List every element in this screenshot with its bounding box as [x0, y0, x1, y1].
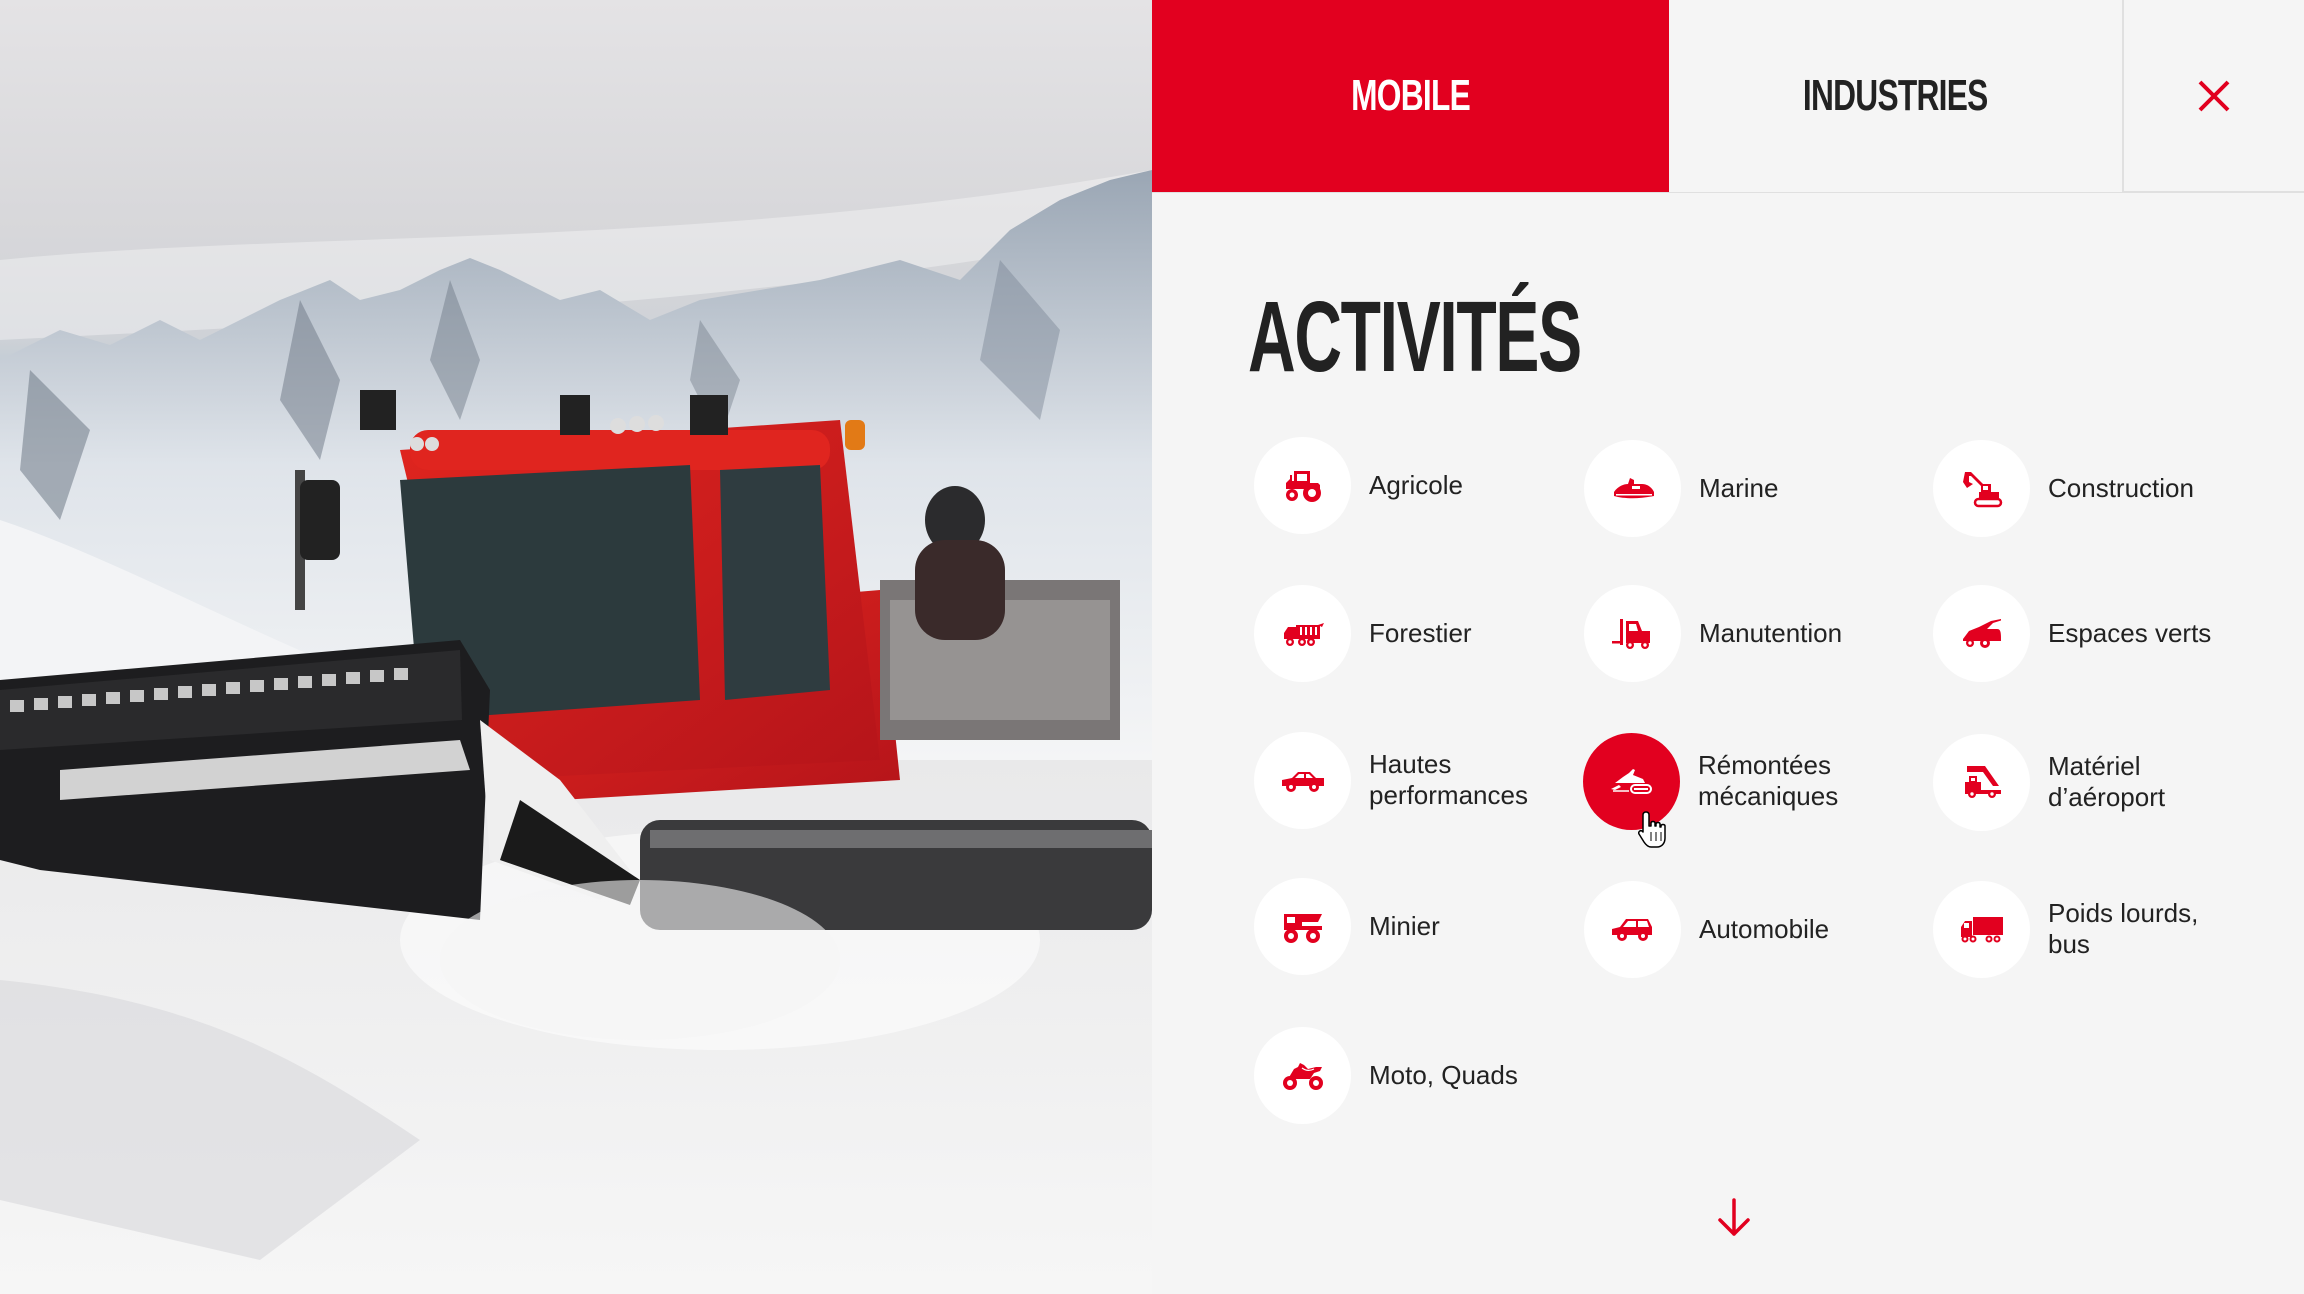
activity-label: Manutention — [1699, 617, 1843, 648]
tractor-icon — [1285, 471, 1321, 502]
tab-mobile-label: MOBILE — [1351, 71, 1471, 120]
car-icon — [1611, 919, 1652, 941]
mining-dump-truck-icon — [1283, 914, 1322, 943]
photo-snowcat — [0, 170, 1152, 1294]
tab-industries[interactable]: INDUSTRIES — [1669, 0, 2122, 192]
activity-icon-circle — [1254, 436, 1351, 534]
activity-label: Matériel d’aéroport — [2048, 751, 2166, 812]
arrow-down-icon — [1718, 1198, 1750, 1236]
activity-construction[interactable]: Construction — [1933, 439, 2194, 537]
section-title: ACTIVITÉS — [1248, 281, 1582, 393]
activity-label: Rémontées mécaniques — [1698, 750, 1839, 811]
close-icon — [2198, 80, 2230, 112]
activity-icon-circle — [1933, 733, 2030, 831]
activity-label: Forestier — [1369, 617, 1472, 648]
activity-forestier[interactable]: Forestier — [1254, 584, 1472, 682]
snowmobile-icon — [1610, 769, 1652, 794]
activity-minier[interactable]: Minier — [1254, 877, 1440, 975]
activity-icon-circle — [1254, 877, 1351, 975]
motorcycle-icon — [1282, 1063, 1323, 1090]
hero-photo — [0, 0, 1152, 1294]
activity-icon-circle — [1584, 880, 1681, 978]
activity-icon-circle — [1254, 731, 1351, 829]
forestry-truck-icon — [1283, 623, 1324, 646]
activity-manutention[interactable]: Manutention — [1584, 584, 1842, 682]
jet-ski-icon — [1613, 478, 1654, 499]
excavator-icon — [1962, 472, 2002, 508]
activity-espaces-verts[interactable]: Espaces verts — [1933, 584, 2211, 682]
lawn-mower-icon — [1962, 619, 2001, 648]
activity-label: Moto, Quads — [1369, 1059, 1518, 1090]
activity-marine[interactable]: Marine — [1584, 439, 1778, 537]
activity-icon-circle-active — [1583, 732, 1680, 830]
activity-label: Automobile — [1699, 913, 1830, 944]
activity-remontees-mecaniques[interactable]: Rémontées mécaniques — [1583, 732, 1838, 830]
tab-industries-label: INDUSTRIES — [1803, 71, 1988, 120]
activity-label: Espaces verts — [2048, 617, 2212, 648]
truck-icon — [1960, 917, 2003, 943]
activity-moto-quads[interactable]: Moto, Quads — [1254, 1026, 1518, 1124]
activity-label: Agricole — [1369, 469, 1463, 500]
airport-stairs-truck-icon — [1964, 766, 2001, 798]
menu-panel: MOBILE INDUSTRIES ACTIVITÉS Agricole Mar… — [1152, 0, 2304, 1294]
activity-label: Minier — [1369, 910, 1440, 941]
close-button[interactable] — [2122, 0, 2304, 192]
activity-icon-circle — [1584, 439, 1681, 537]
activity-automobile[interactable]: Automobile — [1584, 880, 1829, 978]
activity-label: Hautes performances — [1369, 749, 1528, 810]
activity-label: Construction — [2048, 472, 2194, 503]
activity-hautes-performances[interactable]: Hautes performances — [1254, 731, 1528, 829]
activity-icon-circle — [1933, 439, 2030, 537]
forklift-icon — [1611, 619, 1650, 649]
activity-label: Marine — [1699, 472, 1779, 503]
activity-icon-circle — [1254, 1026, 1351, 1124]
activity-poids-lourds-bus[interactable]: Poids lourds, bus — [1933, 880, 2198, 978]
tab-mobile[interactable]: MOBILE — [1152, 0, 1669, 192]
activity-icon-circle — [1584, 584, 1681, 682]
activity-materiel-aeroport[interactable]: Matériel d’aéroport — [1933, 733, 2165, 831]
header: MOBILE INDUSTRIES — [1152, 0, 2304, 193]
sports-car-icon — [1281, 772, 1324, 792]
activity-agricole[interactable]: Agricole — [1254, 436, 1463, 534]
scroll-down-button[interactable] — [1716, 1198, 1752, 1238]
activity-icon-circle — [1933, 880, 2030, 978]
activity-icon-circle — [1933, 584, 2030, 682]
activity-icon-circle — [1254, 584, 1351, 682]
activity-label: Poids lourds, bus — [2048, 898, 2199, 959]
